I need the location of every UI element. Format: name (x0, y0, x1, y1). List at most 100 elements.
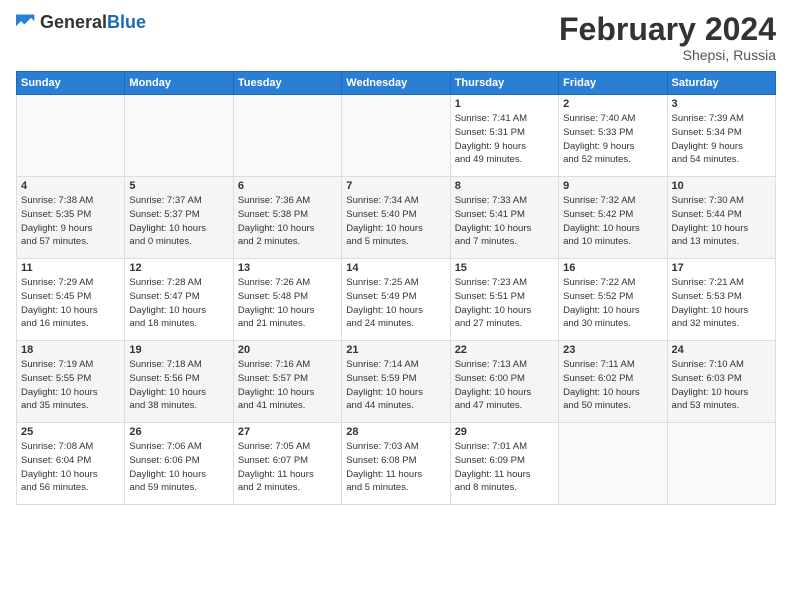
day-info: Sunrise: 7:25 AMSunset: 5:49 PMDaylight:… (346, 276, 445, 331)
day-number: 26 (129, 426, 228, 438)
day-info: Sunrise: 7:36 AMSunset: 5:38 PMDaylight:… (238, 194, 337, 249)
table-row: 25Sunrise: 7:08 AMSunset: 6:04 PMDayligh… (17, 423, 125, 505)
day-number: 18 (21, 344, 120, 356)
day-info: Sunrise: 7:01 AMSunset: 6:09 PMDaylight:… (455, 440, 554, 495)
col-monday: Monday (125, 72, 233, 95)
table-row: 17 Sunrise: 7:21 AMSunset: 5:53 PMDayligh… (667, 259, 775, 341)
day-number: 9 (563, 180, 662, 192)
day-number: 21 (346, 344, 445, 356)
day-info: Sunrise: 7:11 AMSunset: 6:02 PMDaylight:… (563, 358, 662, 413)
table-row (667, 423, 775, 505)
day-info: Sunrise: 7:18 AMSunset: 5:56 PMDaylight:… (129, 358, 228, 413)
table-row (342, 95, 450, 177)
header-row: Sunday Monday Tuesday Wednesday Thursday… (17, 72, 776, 95)
day-info: Sunrise: 7:41 AMSunset: 5:31 PMDaylight:… (455, 112, 554, 167)
day-number: 23 (563, 344, 662, 356)
day-info: Sunrise: 7:21 AMSunset: 5:53 PMDaylight:… (672, 276, 771, 331)
day-number: 27 (238, 426, 337, 438)
day-info: Sunrise: 7:14 AMSunset: 5:59 PMDaylight:… (346, 358, 445, 413)
day-number: 12 (129, 262, 228, 274)
day-number: 17 (672, 262, 771, 274)
table-row: 27Sunrise: 7:05 AMSunset: 6:07 PMDayligh… (233, 423, 341, 505)
day-number: 16 (563, 262, 662, 274)
logo-icon (16, 12, 36, 32)
table-row: 12 Sunrise: 7:28 AMSunset: 5:47 PMDayligh… (125, 259, 233, 341)
day-number: 15 (455, 262, 554, 274)
table-row: 29 Sunrise: 7:01 AMSunset: 6:09 PMDayligh… (450, 423, 558, 505)
col-sunday: Sunday (17, 72, 125, 95)
day-info: Sunrise: 7:22 AMSunset: 5:52 PMDaylight:… (563, 276, 662, 331)
day-info: Sunrise: 7:33 AMSunset: 5:41 PMDaylight:… (455, 194, 554, 249)
day-info: Sunrise: 7:26 AMSunset: 5:48 PMDaylight:… (238, 276, 337, 331)
table-row: 26Sunrise: 7:06 AMSunset: 6:06 PMDayligh… (125, 423, 233, 505)
table-row: 10Sunrise: 7:30 AMSunset: 5:44 PMDayligh… (667, 177, 775, 259)
table-row: 19 Sunrise: 7:18 AMSunset: 5:56 PMDayligh… (125, 341, 233, 423)
day-info: Sunrise: 7:08 AMSunset: 6:04 PMDaylight:… (21, 440, 120, 495)
day-info: Sunrise: 7:29 AMSunset: 5:45 PMDaylight:… (21, 276, 120, 331)
day-number: 5 (129, 180, 228, 192)
table-row (233, 95, 341, 177)
table-row: 7 Sunrise: 7:34 AMSunset: 5:40 PMDaylight… (342, 177, 450, 259)
title-area: February 2024 Shepsi, Russia (559, 12, 776, 63)
week-row-3: 11 Sunrise: 7:29 AMSunset: 5:45 PMDayligh… (17, 259, 776, 341)
table-row: 21 Sunrise: 7:14 AMSunset: 5:59 PMDayligh… (342, 341, 450, 423)
table-row: 18 Sunrise: 7:19 AMSunset: 5:55 PMDayligh… (17, 341, 125, 423)
day-number: 11 (21, 262, 120, 274)
col-thursday: Thursday (450, 72, 558, 95)
day-info: Sunrise: 7:38 AMSunset: 5:35 PMDaylight:… (21, 194, 120, 249)
col-tuesday: Tuesday (233, 72, 341, 95)
table-row: 22Sunrise: 7:13 AMSunset: 6:00 PMDayligh… (450, 341, 558, 423)
day-number: 29 (455, 426, 554, 438)
table-row (125, 95, 233, 177)
day-info: Sunrise: 7:32 AMSunset: 5:42 PMDaylight:… (563, 194, 662, 249)
table-row (17, 95, 125, 177)
day-number: 7 (346, 180, 445, 192)
week-row-4: 18 Sunrise: 7:19 AMSunset: 5:55 PMDayligh… (17, 341, 776, 423)
day-info: Sunrise: 7:23 AMSunset: 5:51 PMDaylight:… (455, 276, 554, 331)
table-row: 24Sunrise: 7:10 AMSunset: 6:03 PMDayligh… (667, 341, 775, 423)
table-row: 13Sunrise: 7:26 AMSunset: 5:48 PMDayligh… (233, 259, 341, 341)
day-number: 8 (455, 180, 554, 192)
day-info: Sunrise: 7:34 AMSunset: 5:40 PMDaylight:… (346, 194, 445, 249)
header: GeneralBlue February 2024 Shepsi, Russia (16, 12, 776, 63)
day-number: 28 (346, 426, 445, 438)
table-row: 28 Sunrise: 7:03 AMSunset: 6:08 PMDayligh… (342, 423, 450, 505)
table-row: 5Sunrise: 7:37 AMSunset: 5:37 PMDaylight… (125, 177, 233, 259)
day-info: Sunrise: 7:10 AMSunset: 6:03 PMDaylight:… (672, 358, 771, 413)
col-wednesday: Wednesday (342, 72, 450, 95)
location: Shepsi, Russia (559, 47, 776, 63)
col-friday: Friday (559, 72, 667, 95)
table-row: 16 Sunrise: 7:22 AMSunset: 5:52 PMDayligh… (559, 259, 667, 341)
week-row-2: 4 Sunrise: 7:38 AMSunset: 5:35 PMDaylight… (17, 177, 776, 259)
day-info: Sunrise: 7:28 AMSunset: 5:47 PMDaylight:… (129, 276, 228, 331)
day-number: 1 (455, 98, 554, 110)
day-info: Sunrise: 7:19 AMSunset: 5:55 PMDaylight:… (21, 358, 120, 413)
day-number: 2 (563, 98, 662, 110)
table-row: 1 Sunrise: 7:41 AMSunset: 5:31 PMDaylight… (450, 95, 558, 177)
table-row: 6Sunrise: 7:36 AMSunset: 5:38 PMDaylight… (233, 177, 341, 259)
week-row-5: 25Sunrise: 7:08 AMSunset: 6:04 PMDayligh… (17, 423, 776, 505)
table-row: 2 Sunrise: 7:40 AMSunset: 5:33 PMDaylight… (559, 95, 667, 177)
day-number: 19 (129, 344, 228, 356)
table-row: 23 Sunrise: 7:11 AMSunset: 6:02 PMDayligh… (559, 341, 667, 423)
table-row: 9 Sunrise: 7:32 AMSunset: 5:42 PMDaylight… (559, 177, 667, 259)
table-row: 8 Sunrise: 7:33 AMSunset: 5:41 PMDaylight… (450, 177, 558, 259)
day-number: 20 (238, 344, 337, 356)
day-number: 3 (672, 98, 771, 110)
day-number: 14 (346, 262, 445, 274)
logo: GeneralBlue (16, 12, 146, 32)
table-row (559, 423, 667, 505)
day-info: Sunrise: 7:03 AMSunset: 6:08 PMDaylight:… (346, 440, 445, 495)
day-number: 4 (21, 180, 120, 192)
table-row: 15 Sunrise: 7:23 AMSunset: 5:51 PMDayligh… (450, 259, 558, 341)
day-info: Sunrise: 7:16 AMSunset: 5:57 PMDaylight:… (238, 358, 337, 413)
calendar-table: Sunday Monday Tuesday Wednesday Thursday… (16, 71, 776, 505)
table-row: 3 Sunrise: 7:39 AMSunset: 5:34 PMDaylight… (667, 95, 775, 177)
table-row: 11 Sunrise: 7:29 AMSunset: 5:45 PMDayligh… (17, 259, 125, 341)
month-title: February 2024 (559, 12, 776, 47)
table-row: 14 Sunrise: 7:25 AMSunset: 5:49 PMDayligh… (342, 259, 450, 341)
day-info: Sunrise: 7:40 AMSunset: 5:33 PMDaylight:… (563, 112, 662, 167)
day-info: Sunrise: 7:13 AMSunset: 6:00 PMDaylight:… (455, 358, 554, 413)
day-info: Sunrise: 7:30 AMSunset: 5:44 PMDaylight:… (672, 194, 771, 249)
day-info: Sunrise: 7:39 AMSunset: 5:34 PMDaylight:… (672, 112, 771, 167)
